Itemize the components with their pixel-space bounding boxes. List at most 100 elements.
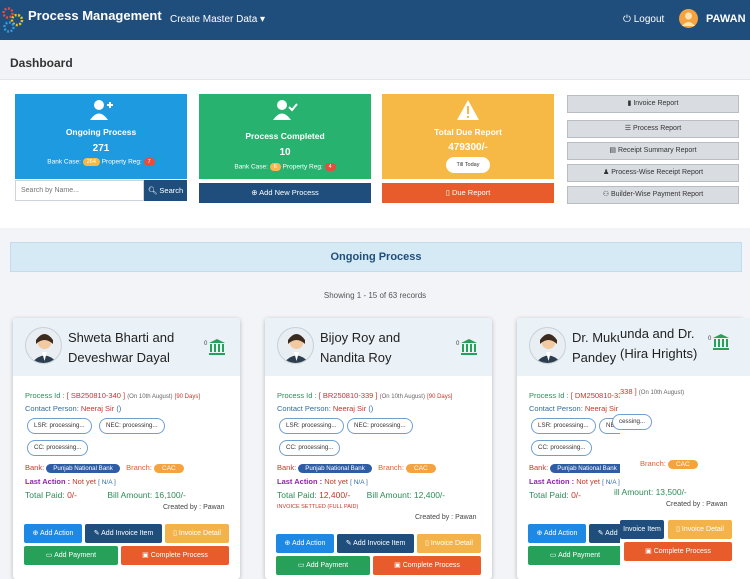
last-action-na: [ N/A ] <box>602 479 620 486</box>
due-title: Total Due Report <box>434 127 502 137</box>
contact-label: Contact Person: <box>529 404 583 413</box>
person-avatar-icon <box>529 327 566 364</box>
complete-process-button[interactable]: ▣ Complete Process <box>121 546 229 565</box>
bank-case-label: Bank Case: <box>47 158 81 166</box>
bank-label: Bank: <box>529 463 549 472</box>
user-name[interactable]: PAWAN <box>706 13 746 25</box>
add-invoice-item-button[interactable]: ✎ Add Invoice Item <box>85 524 162 543</box>
person-avatar-icon <box>25 327 62 364</box>
add-user-icon <box>15 99 187 123</box>
add-action-button[interactable]: ⊕ Add Action <box>276 534 334 553</box>
last-action-value: Not yet <box>324 477 348 486</box>
ongoing-count: 271 <box>92 143 110 154</box>
process-id-tail: 338 ] <box>620 387 637 396</box>
cc-status-chip[interactable]: CC: processing... <box>531 440 593 456</box>
app-title[interactable]: Process Management <box>28 8 162 23</box>
client-name-line2: Nandita Roy <box>320 350 392 365</box>
invoice-detail-button[interactable]: ▯ Invoice Detail <box>165 524 229 543</box>
add-new-process-label: Add New Process <box>259 188 319 197</box>
process-id-value: [ SB250810-340 ] <box>66 391 126 400</box>
bank-line: Bank: Punjab National Bank Branch: CAC <box>277 463 436 473</box>
property-reg-badge: 4 <box>324 163 336 171</box>
nec-status-chip[interactable]: NEC: processing... <box>99 418 165 434</box>
add-action-button[interactable]: ⊕ Add Action <box>528 524 586 543</box>
process-id-label: Process Id : <box>529 391 569 400</box>
created-by: Created by : Pawan <box>163 504 225 511</box>
add-payment-button[interactable]: ▭ Add Payment <box>528 546 622 565</box>
bank-label: Bank: <box>277 463 297 472</box>
add-invoice-item-button[interactable]: ✎ Add Invoice Item <box>337 534 414 553</box>
process-date: (On 10th August) <box>638 390 685 396</box>
due-report-button[interactable]: ▯ Due Report <box>382 183 554 203</box>
complete-process-button[interactable]: ▣ Complete Process <box>373 556 481 575</box>
add-action-button[interactable]: ⊕ Add Action <box>24 524 82 543</box>
cc-status-chip[interactable]: CC: processing... <box>279 440 341 456</box>
bank-chip: Punjab National Bank <box>46 464 120 473</box>
create-master-data-menu[interactable]: Create Master Data ▾ <box>170 14 265 25</box>
invoice-detail-button[interactable]: ▯ Invoice Detail <box>417 534 481 553</box>
logout-link[interactable]: ⏻ Logout <box>623 14 664 25</box>
nec-status-chip[interactable]: NEC: processing... <box>347 418 413 434</box>
process-card: Bijoy Roy and Nandita Roy 0 Process Id :… <box>265 318 492 579</box>
ongoing-process-card[interactable]: Ongoing Process 271 Bank Case: 264 Prope… <box>15 94 187 179</box>
contact-label: Contact Person: <box>25 404 79 413</box>
branch-chip: CAC <box>154 464 184 473</box>
user-avatar[interactable] <box>679 9 698 28</box>
edit-icon: ✎ <box>345 540 352 547</box>
complete-process-label: Complete Process <box>653 548 711 555</box>
last-action-na: [ N/A ] <box>98 479 116 486</box>
till-today-button[interactable]: Till Today <box>446 157 490 173</box>
lsr-status-chip[interactable]: LSR: processing... <box>531 418 596 434</box>
process-id-fragment: 338 ] (On 10th August) <box>620 387 684 396</box>
branch-label: Branch: <box>640 459 666 468</box>
process-report-button[interactable]: ☰ Process Report <box>567 120 739 138</box>
contact-extra: () <box>368 404 374 413</box>
cc-status-chip-fragment[interactable]: cessing... <box>612 414 653 430</box>
total-due-card[interactable]: Total Due Report 479300/- Till Today <box>382 94 554 179</box>
complete-process-label: Complete Process <box>150 552 208 559</box>
invoice-item-button-fragment[interactable]: Invoice Item <box>620 520 664 539</box>
person-avatar-icon <box>277 327 314 364</box>
process-id-line: Process Id : [ BR250810-339 ] (On 10th A… <box>277 391 452 400</box>
bank-icon[interactable] <box>712 333 730 354</box>
search-input[interactable] <box>15 180 144 201</box>
lsr-status-chip[interactable]: LSR: processing... <box>27 418 92 434</box>
card-overlay-fragment: unda and Dr. (Hira Hrights) 0 338 ] (On … <box>612 318 750 579</box>
add-payment-button[interactable]: ▭ Add Payment <box>24 546 118 565</box>
money-icon: ▣ <box>645 548 652 555</box>
receipt-summary-report-button[interactable]: ▤ Receipt Summary Report <box>567 142 739 160</box>
property-reg-badge: 7 <box>143 158 155 166</box>
contact-value: Neeraj Sir <box>332 404 367 413</box>
add-payment-button[interactable]: ▭ Add Payment <box>276 556 370 575</box>
bank-icon[interactable] <box>208 338 229 356</box>
cc-status-chip[interactable]: CC: processing... <box>27 440 89 456</box>
invoice-report-button[interactable]: ▮ Invoice Report <box>567 95 739 113</box>
bank-icon[interactable] <box>460 338 481 356</box>
person-icon: ♟ <box>602 169 610 176</box>
bill-amount-value: 12,400/- <box>413 490 446 500</box>
complete-process-button[interactable]: ▣ Complete Process <box>624 542 732 561</box>
logout-label: Logout <box>633 14 665 25</box>
search-button-label: Search <box>159 186 184 195</box>
process-wise-receipt-report-button[interactable]: ♟ Process-Wise Receipt Report <box>567 164 739 182</box>
bill-amount-label: Bill Amount: <box>107 490 153 500</box>
process-completed-card[interactable]: Process Completed 10 Bank Case: 6 Proper… <box>199 94 371 179</box>
builder-wise-payment-report-button[interactable]: ⚇ Builder-Wise Payment Report <box>567 186 739 204</box>
dashboard-title-bar: Dashboard <box>0 40 750 80</box>
money-icon: ▣ <box>142 552 149 559</box>
process-id-label: Process Id : <box>25 391 65 400</box>
client-name: Shweta Bharti and Deveshwar Dayal <box>68 328 174 368</box>
search-button[interactable]: 🔍︎ Search <box>144 180 187 201</box>
lsr-status-chip[interactable]: LSR: processing... <box>279 418 344 434</box>
created-by: Created by : Pawan <box>666 501 728 508</box>
last-action-label: Last Action : <box>25 477 71 486</box>
total-paid-value: 12,400/- <box>319 490 351 500</box>
process-id-value: [ BR250810-339 ] <box>318 391 378 400</box>
report-label: Builder-Wise Payment Report <box>611 191 704 198</box>
total-paid-label: Total Paid: <box>25 490 65 500</box>
branch-line: Branch: CAC <box>640 459 698 469</box>
complete-process-label: Complete Process <box>402 562 460 569</box>
invoice-detail-button[interactable]: ▯ Invoice Detail <box>668 520 732 539</box>
add-new-process-button[interactable]: ⊕ Add New Process <box>199 183 371 203</box>
list-icon: ☰ <box>624 125 632 132</box>
